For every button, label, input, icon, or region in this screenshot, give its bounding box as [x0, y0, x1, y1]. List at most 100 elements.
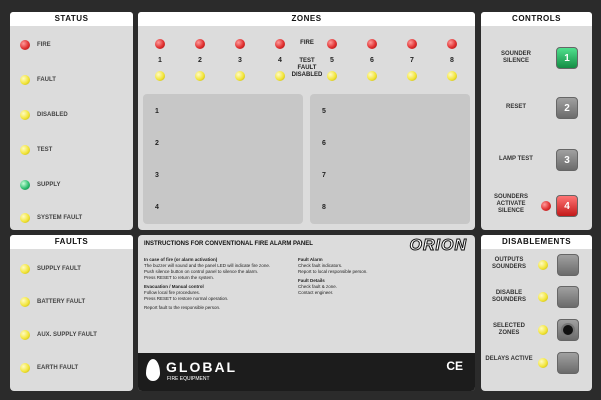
fault-earth-row: EARTH FAULT	[20, 363, 78, 373]
zone-card-8: 8	[322, 204, 326, 211]
fault-earth-label: EARTH FAULT	[37, 365, 79, 371]
zone-1-fault-led	[155, 71, 165, 81]
footer-band: GLOBAL FIRE EQUIPMENT CE	[138, 353, 475, 391]
sounders-activate-label: SOUNDERS ACTIVATE SILENCE	[493, 194, 528, 214]
zone-8-fault-led	[447, 71, 457, 81]
instructions-right-block: Fault Alarm Check fault indicators. Repo…	[298, 257, 438, 296]
controls-title: CONTROLS	[481, 12, 592, 26]
fault-supply-row: SUPPLY FAULT	[20, 264, 81, 274]
disable-sounders-led	[538, 292, 548, 302]
zone-card-left: 1 2 3 4	[143, 94, 303, 224]
faults-box: FAULTS SUPPLY FAULT BATTERY FAULT AUX. S…	[10, 235, 133, 391]
zone-3-fire-led	[235, 39, 245, 49]
zone-3-col: 3	[230, 36, 250, 86]
zone-card-1: 1	[155, 108, 159, 115]
zone-1-number: 1	[158, 57, 162, 64]
sounders-activate-button[interactable]: 4	[556, 195, 578, 217]
zone-2-number: 2	[198, 57, 202, 64]
aux-fault-led	[20, 330, 30, 340]
status-fault-row: FAULT	[20, 75, 56, 85]
zone-card-5: 5	[322, 108, 326, 115]
zone-card-6: 6	[322, 140, 326, 147]
zone-1-col: 1	[150, 36, 170, 86]
system-fault-led	[20, 213, 30, 223]
zone-6-col: 6	[362, 36, 382, 86]
status-test-row: TEST	[20, 145, 52, 155]
zone-5-fire-led	[327, 39, 337, 49]
disabled-led	[20, 110, 30, 120]
disable-outputs-button[interactable]	[557, 254, 579, 276]
zone-7-number: 7	[410, 57, 414, 64]
zone-8-fire-led	[447, 39, 457, 49]
zone-4-col: 4	[270, 36, 290, 86]
test-led	[20, 145, 30, 155]
status-fault-label: FAULT	[37, 77, 56, 83]
selected-zones-key-switch[interactable]	[557, 319, 579, 341]
fault-aux-row: AUX. SUPPLY FAULT	[20, 330, 97, 340]
fault-battery-row: BATTERY FAULT	[20, 297, 85, 307]
zone-card-7: 7	[322, 172, 326, 179]
instr-right-line-3: Report to local responsible person.	[298, 269, 368, 274]
zone-disabled-label: DISABLED	[291, 72, 323, 78]
status-system-fault-row: SYSTEM FAULT	[20, 213, 82, 223]
sounders-activate-key: 4	[564, 200, 570, 212]
delays-active-button[interactable]	[557, 352, 579, 374]
status-title: STATUS	[10, 12, 133, 26]
instructions-left-block: In case of fire (or alarm activation) Th…	[144, 257, 294, 311]
status-system-fault-label: SYSTEM FAULT	[37, 215, 83, 221]
status-test-label: TEST	[37, 147, 53, 153]
reset-button[interactable]: 2	[556, 97, 578, 119]
disable-sounders-button[interactable]	[557, 286, 579, 308]
instructions-box: INSTRUCTIONS FOR CONVENTIONAL FIRE ALARM…	[138, 235, 475, 391]
zone-test-label: TEST	[299, 58, 315, 64]
zone-card-2: 2	[155, 140, 159, 147]
lamp-test-button[interactable]: 3	[556, 149, 578, 171]
zone-4-fire-led	[275, 39, 285, 49]
sounder-silence-label: SOUNDER SILENCE	[500, 51, 531, 64]
lamp-test-key: 3	[564, 154, 570, 166]
zone-6-fault-led	[367, 71, 377, 81]
status-supply-row: SUPPLY	[20, 180, 60, 190]
disablements-title: DISABLEMENTS	[481, 235, 592, 249]
selected-zones-label: SELECTED ZONES	[492, 323, 525, 336]
zone-3-number: 3	[238, 57, 242, 64]
status-supply-label: SUPPLY	[37, 182, 61, 188]
disablements-box: DISABLEMENTS OUTPUTS SOUNDERS DISABLE SO…	[481, 235, 592, 391]
supply-led	[20, 180, 30, 190]
sounder-silence-button[interactable]: 1	[556, 47, 578, 69]
zone-3-fault-led	[235, 71, 245, 81]
zone-2-fault-led	[195, 71, 205, 81]
ce-mark: CE	[446, 359, 463, 373]
controls-box: CONTROLS SOUNDER SILENCE 1 RESET 2 LAMP …	[481, 12, 592, 230]
zone-1-fire-led	[155, 39, 165, 49]
fire-led	[20, 40, 30, 50]
zone-7-fire-led	[407, 39, 417, 49]
faults-title: FAULTS	[10, 235, 133, 249]
fault-supply-label: SUPPLY FAULT	[37, 266, 81, 272]
zones-title: ZONES	[138, 12, 475, 26]
delays-active-label: DELAYS ACTIVE	[485, 356, 533, 362]
instructions-title: INSTRUCTIONS FOR CONVENTIONAL FIRE ALARM…	[144, 241, 313, 247]
sounder-silence-key: 1	[564, 52, 570, 64]
zone-2-fire-led	[195, 39, 205, 49]
flame-icon	[146, 359, 160, 381]
zone-card-3: 3	[155, 172, 159, 179]
zone-5-fault-led	[327, 71, 337, 81]
sounders-active-led	[541, 201, 551, 211]
zone-5-number: 5	[330, 57, 334, 64]
disable-sounders-label: DISABLE SOUNDERS	[491, 290, 526, 303]
fire-panel: STATUS FIRE FAULT DISABLED TEST SUPPLY S…	[0, 0, 601, 400]
disable-outputs-led	[538, 260, 548, 270]
zones-box: ZONES 1 2 3 4 FIRE TEST FAULT DISABLED 5…	[138, 12, 475, 230]
fault-battery-label: BATTERY FAULT	[37, 299, 86, 305]
delays-active-led	[538, 358, 548, 368]
company-subtitle: FIRE EQUIPMENT	[167, 376, 210, 382]
zone-6-number: 6	[370, 57, 374, 64]
selected-zones-led	[538, 325, 548, 335]
instr-left-line-8: Report fault to the responsible person.	[144, 305, 221, 310]
zone-8-col: 8	[442, 36, 462, 86]
fault-led	[20, 75, 30, 85]
earth-fault-led	[20, 363, 30, 373]
zone-2-col: 2	[190, 36, 210, 86]
supply-fault-led	[20, 264, 30, 274]
